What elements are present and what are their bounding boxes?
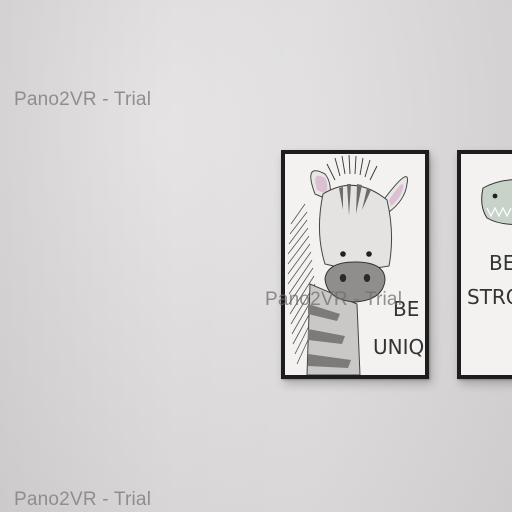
- zebra-poster-mat: BE UNIQU: [285, 154, 425, 375]
- dinosaur-illustration: BE STRON: [467, 179, 512, 309]
- dinosaur-poster-mat: BE STRON: [461, 154, 512, 375]
- trial-watermark-top: Pano2VR - Trial: [14, 89, 152, 110]
- trial-watermark-bottom: Pano2VR - Trial: [14, 489, 152, 510]
- dinosaur-poster-text-line1: BE: [489, 251, 512, 275]
- zebra-illustration: BE UNIQU: [287, 154, 425, 375]
- dinosaur-poster-text-line2: STRON: [467, 285, 512, 309]
- zebra-poster-frame: BE UNIQU: [281, 150, 429, 379]
- zebra-poster-text-line2: UNIQU: [373, 335, 425, 359]
- wall-shading: [0, 0, 512, 512]
- dinosaur-poster-frame: BE STRON: [457, 150, 512, 379]
- trial-watermark-center: Pano2VR - Trial: [265, 289, 403, 310]
